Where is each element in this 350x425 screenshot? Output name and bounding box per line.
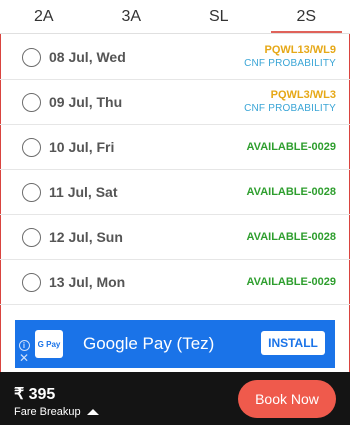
date-label: 13 Jul, Mon (49, 274, 126, 290)
tab-2a[interactable]: 2A (0, 0, 88, 33)
availability-status: AVAILABLE-0028 (247, 185, 336, 199)
date-label: 10 Jul, Fri (49, 139, 115, 155)
date-row[interactable]: 09 Jul, Thu PQWL3/WL3 CNF PROBABILITY (0, 80, 350, 125)
date-row[interactable]: 08 Jul, Wed PQWL13/WL9 CNF PROBABILITY (0, 35, 350, 80)
date-label: 09 Jul, Thu (49, 94, 123, 110)
status-text: AVAILABLE-0028 (246, 186, 336, 198)
cnf-probability-link[interactable]: CNF PROBABILITY (244, 57, 336, 71)
availability-status: PQWL13/WL9 CNF PROBABILITY (244, 43, 336, 71)
ad-title: Google Pay (Tez) (83, 334, 215, 353)
tab-3a[interactable]: 3A (88, 0, 176, 33)
date-row[interactable]: 10 Jul, Fri AVAILABLE-0029 (0, 125, 350, 170)
availability-status: AVAILABLE-0029 (247, 140, 336, 154)
availability-status: AVAILABLE-0028 (247, 230, 336, 244)
info-icon[interactable]: i (18, 340, 30, 351)
radio-button[interactable] (22, 92, 41, 112)
tab-2s[interactable]: 2S (263, 0, 350, 33)
google-pay-logo: G Pay (35, 330, 63, 358)
fare-breakup-toggle[interactable]: Fare Breakup (14, 406, 99, 418)
radio-button[interactable] (22, 272, 41, 292)
availability-status: PQWL3/WL3 CNF PROBABILITY (244, 88, 336, 116)
caret-up-icon (86, 409, 99, 415)
install-button[interactable]: INSTALL (261, 331, 325, 355)
date-row[interactable]: 13 Jul, Mon AVAILABLE-0029 (0, 260, 350, 305)
date-label: 08 Jul, Wed (49, 49, 126, 65)
status-text: AVAILABLE-0029 (246, 276, 336, 288)
fare-breakup-label: Fare Breakup (14, 406, 81, 418)
date-label: 11 Jul, Sat (49, 184, 118, 200)
availability-status: AVAILABLE-0029 (247, 275, 336, 289)
ad-banner[interactable]: i ✕ G Pay Google Pay (Tez) INSTALL (15, 320, 335, 368)
radio-button[interactable] (22, 47, 41, 67)
booking-footer: ₹ 395 Fare Breakup Book Now (0, 372, 350, 425)
status-text: AVAILABLE-0028 (246, 231, 336, 243)
ad-choices: i ✕ (18, 340, 30, 366)
radio-button[interactable] (22, 137, 41, 157)
radio-button[interactable] (22, 182, 41, 202)
book-now-button[interactable]: Book Now (238, 380, 336, 418)
status-text: AVAILABLE-0029 (246, 141, 336, 153)
cnf-probability-link[interactable]: CNF PROBABILITY (244, 102, 336, 116)
tab-sl[interactable]: SL (175, 0, 263, 33)
radio-button[interactable] (22, 227, 41, 247)
status-text: PQWL3/WL3 (270, 89, 336, 101)
status-text: PQWL13/WL9 (264, 44, 336, 56)
fare-amount: ₹ 395 (14, 386, 56, 403)
date-label: 12 Jul, Sun (49, 229, 123, 245)
date-row[interactable]: 11 Jul, Sat AVAILABLE-0028 (0, 170, 350, 215)
availability-list: 08 Jul, Wed PQWL13/WL9 CNF PROBABILITY 0… (0, 35, 350, 305)
close-icon[interactable]: ✕ (19, 352, 29, 364)
class-tabs: 2A 3A SL 2S (0, 0, 350, 34)
date-row[interactable]: 12 Jul, Sun AVAILABLE-0028 (0, 215, 350, 260)
